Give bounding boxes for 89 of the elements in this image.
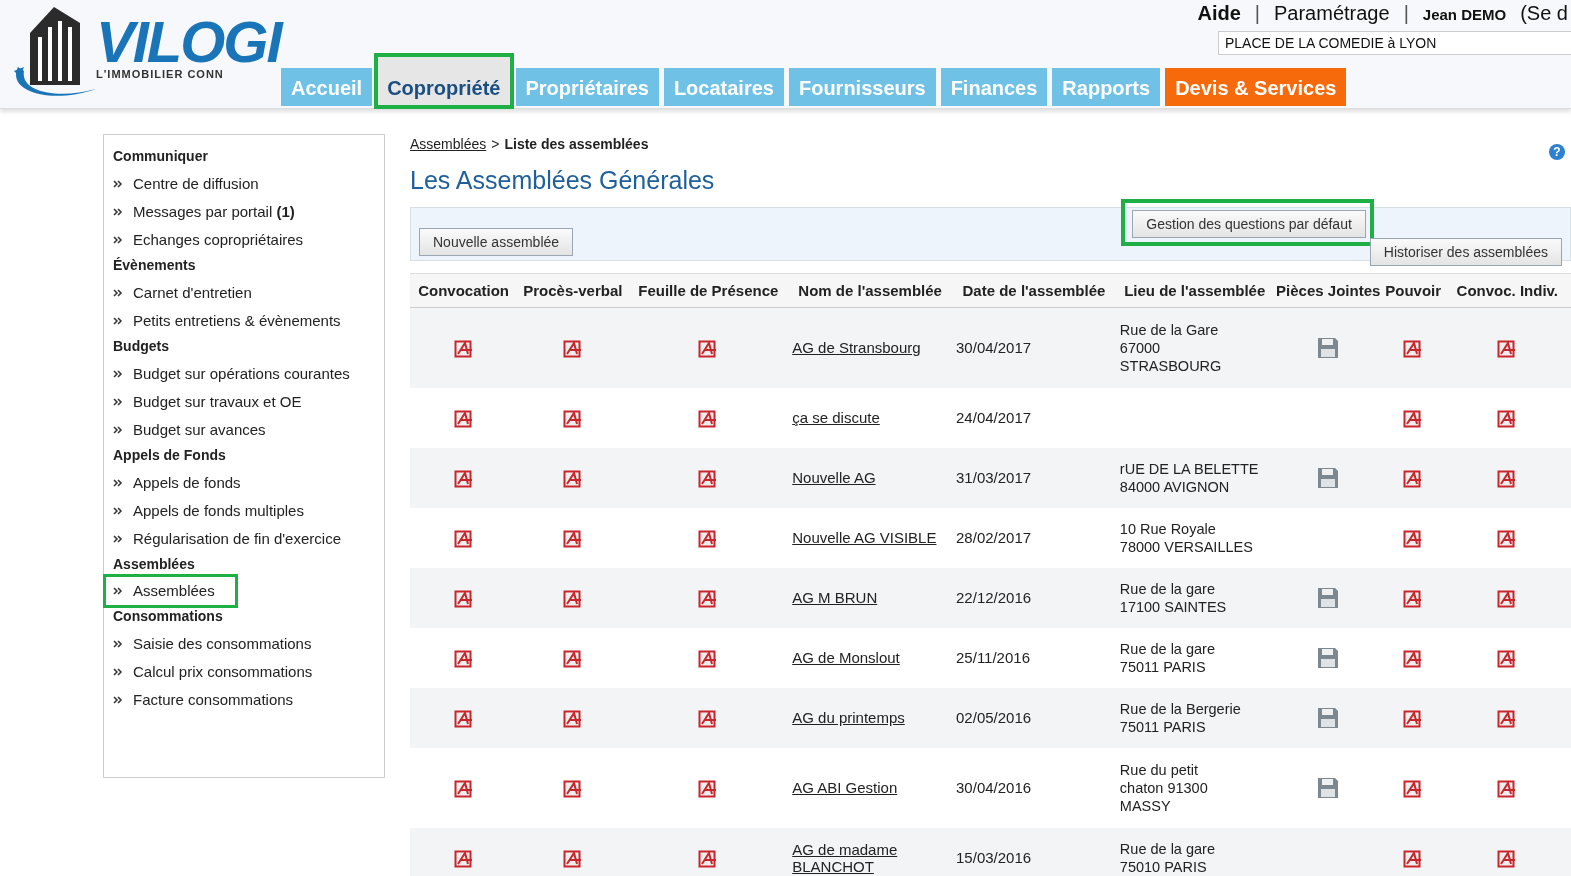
header-link[interactable]: (Se d (1520, 2, 1568, 25)
header-link[interactable]: Aide (1197, 2, 1241, 25)
sidebar-heading: Communiquer (113, 148, 209, 164)
column-header: Lieu de l'assemblée (1115, 273, 1274, 308)
assembly-name-link[interactable]: AG du printemps (792, 709, 905, 726)
breadcrumb-current: Liste des assemblées (504, 136, 649, 152)
sidebar-item[interactable]: Petits entretiens & évènements (113, 307, 375, 335)
sidebar-item[interactable]: Assemblées (106, 577, 235, 605)
double-chevron-icon (113, 288, 123, 297)
sidebar-heading: Évènements (113, 257, 197, 273)
double-chevron-icon (113, 639, 123, 648)
double-chevron-icon (113, 179, 123, 188)
sidebar-heading: Appels de Fonds (113, 447, 227, 463)
assembly-name-link[interactable]: Nouvelle AG VISIBLE (792, 529, 937, 546)
assembly-place: 10 Rue Royale 78000 VERSAILLES (1119, 519, 1254, 556)
assembly-date: 25/11/2016 (956, 649, 1030, 666)
link-separator: | (1254, 2, 1260, 25)
double-chevron-icon (113, 506, 123, 515)
new-assembly-button[interactable]: Nouvelle assemblée (419, 228, 574, 256)
assembly-name-link[interactable]: AG ABI Gestion (792, 779, 898, 796)
nav-tab[interactable]: Copropriété (377, 56, 511, 106)
assembly-date: 31/03/2017 (956, 469, 1032, 486)
sidebar-heading: Budgets (113, 338, 170, 354)
column-header: Procès-verbal (517, 273, 629, 308)
sidebar-item[interactable]: Régularisation de fin d'exercice (113, 525, 375, 553)
assembly-date: 24/04/2017 (956, 409, 1032, 426)
assembly-date: 02/05/2016 (956, 709, 1032, 726)
sidebar-item[interactable]: Saisie des consommations (113, 630, 375, 658)
default-questions-button[interactable]: Gestion des questions par défaut (1132, 210, 1366, 238)
assembly-name-link[interactable]: Nouvelle AG (792, 469, 876, 486)
header-link[interactable]: Paramétrage (1274, 2, 1390, 25)
double-chevron-icon (113, 534, 123, 543)
sidebar-item[interactable]: Budget sur travaux et OE (113, 388, 375, 416)
sidebar-item[interactable]: Facture consommations (113, 686, 375, 714)
sidebar-item[interactable]: Echanges copropriétaires (113, 226, 375, 254)
page-title: Les Assemblées Générales (410, 166, 716, 195)
assembly-place: rUE DE LA BELETTE 84000 AVIGNON (1119, 459, 1260, 496)
sidebar-heading: Assemblées (113, 556, 196, 572)
site-select-field[interactable]: PLACE DE LA COMEDIE à LYON (1218, 31, 1571, 55)
double-chevron-icon (113, 695, 123, 704)
sidebar-item[interactable]: Calcul prix consommations (113, 658, 375, 686)
double-chevron-icon (113, 235, 123, 244)
assembly-place: Rue de la Bergerie 75011 PARIS (1119, 699, 1242, 736)
column-header: Date de l'assemblée (952, 273, 1116, 308)
sidebar-item[interactable]: Appels de fonds (113, 469, 375, 497)
double-chevron-icon (113, 425, 123, 434)
sidebar-item[interactable]: Budget sur avances (113, 416, 375, 444)
column-header: Nom de l'assemblée (788, 273, 953, 308)
double-chevron-icon (113, 478, 123, 487)
assembly-date: 30/04/2017 (956, 339, 1032, 357)
breadcrumb-link[interactable]: Assemblées (410, 136, 487, 152)
assembly-date: 30/04/2016 (956, 779, 1032, 796)
double-chevron-icon (113, 207, 123, 216)
assembly-place: Rue de la gare 17100 SAINTES (1119, 579, 1228, 616)
double-chevron-icon (113, 316, 123, 325)
logo-name: VILOGI (96, 16, 281, 68)
double-chevron-icon (113, 667, 123, 676)
logo-tagline: L'IMMOBILIER CONN (96, 68, 225, 80)
user-name: Jean DEMO (1422, 6, 1507, 23)
assembly-name-link[interactable]: AG de Monslout (792, 649, 900, 666)
sidebar-item[interactable]: Carnet d'entretien (113, 279, 375, 307)
column-header: Feuille de Présence (628, 273, 789, 308)
column-header: Convoc. Indiv. (1443, 273, 1571, 308)
double-chevron-icon (113, 586, 123, 595)
link-separator: | (1403, 2, 1409, 25)
assembly-place: Rue de la gare 75010 PARIS (1119, 839, 1216, 876)
sidebar-item[interactable]: Centre de diffusion (113, 170, 375, 198)
assembly-name-link[interactable]: AG de Stransbourg (792, 339, 921, 357)
assembly-name-link[interactable]: AG M BRUN (792, 589, 878, 606)
archive-button[interactable]: Historiser des assemblées (1369, 238, 1562, 266)
column-header: Convocation (410, 273, 518, 308)
double-chevron-icon (113, 369, 123, 378)
double-chevron-icon (113, 397, 123, 406)
assembly-place: Rue de la Gare 67000 STRASBOURG (1119, 320, 1223, 375)
column-header: Pouvoir (1382, 273, 1444, 308)
assembly-name-link[interactable]: AG de madame BLANCHOT (792, 840, 949, 875)
sidebar-heading: Consommations (113, 608, 224, 624)
assembly-place: Rue de la gare 75011 PARIS (1119, 639, 1216, 676)
sidebar-item[interactable]: Messages par portail (1) (113, 198, 375, 226)
assembly-date: 28/02/2017 (956, 529, 1032, 546)
assembly-place: Rue du petit chaton 91300 MASSY (1119, 760, 1209, 815)
assembly-name-link[interactable]: ça se discute (792, 409, 880, 426)
help-icon[interactable]: ? (1549, 144, 1565, 160)
sidebar-item[interactable]: Appels de fonds multiples (113, 497, 375, 525)
sidebar-item[interactable]: Budget sur opérations courantes (113, 360, 375, 388)
breadcrumb-separator: > (491, 136, 500, 152)
assembly-date: 15/03/2016 (956, 849, 1032, 866)
column-header: Pièces Jointes (1273, 273, 1383, 308)
assembly-date: 22/12/2016 (956, 589, 1032, 606)
